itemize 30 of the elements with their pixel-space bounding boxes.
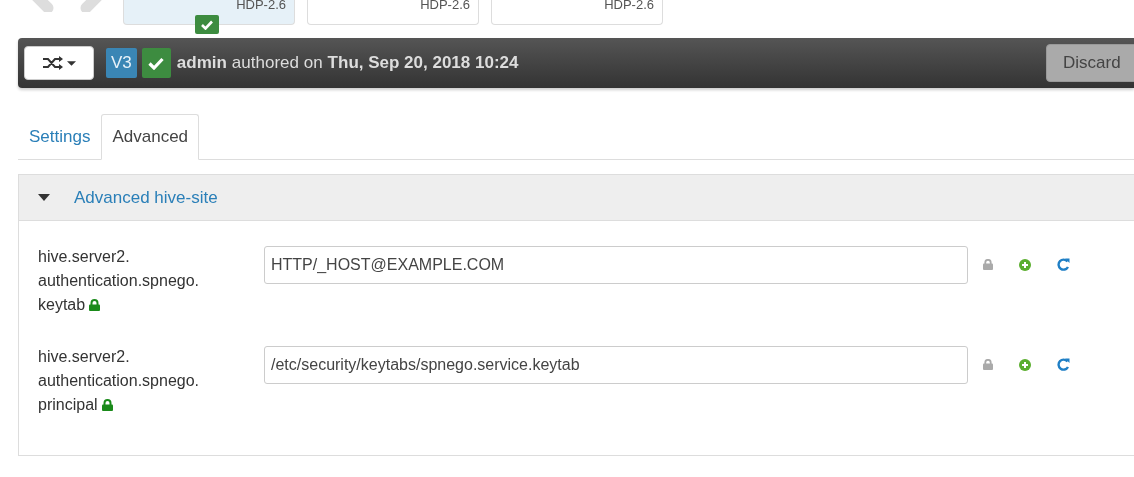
caret-icon <box>67 60 76 66</box>
version-card[interactable]: HDP-2.6 <box>491 0 663 25</box>
refresh-icon[interactable] <box>1057 258 1070 271</box>
property-value-field[interactable]: /etc/security/keytabs/spnego.service.keytab <box>264 346 968 384</box>
version-badge: V3 <box>106 48 137 78</box>
author-name: admin <box>176 53 227 73</box>
version-label: HDP-2.6 <box>236 0 286 12</box>
authored-date: Thu, Sep 20, 2018 10:24 <box>327 53 519 73</box>
lock-icon[interactable] <box>983 359 993 370</box>
authored-text: authored on <box>231 53 323 73</box>
version-label: HDP-2.6 <box>420 0 470 12</box>
caret-icon[interactable] <box>38 194 50 201</box>
lock-icon[interactable] <box>983 259 993 270</box>
section-header[interactable]: Advanced hive-site <box>19 175 1134 221</box>
add-icon[interactable] <box>1019 258 1031 271</box>
compare-dropdown-button[interactable] <box>24 46 94 80</box>
version-card[interactable]: HDP-2.6 <box>307 0 479 25</box>
section-title[interactable]: Advanced hive-site <box>74 187 218 208</box>
version-card[interactable]: HDP-2.6 <box>123 0 295 25</box>
version-label: HDP-2.6 <box>604 0 654 12</box>
shuffle-icon <box>42 56 63 70</box>
property-value-field[interactable]: HTTP/_HOST@EXAMPLE.COM <box>264 246 968 284</box>
tab[interactable]: Settings <box>18 114 102 160</box>
add-icon[interactable] <box>1019 358 1031 371</box>
refresh-icon[interactable] <box>1057 358 1070 371</box>
property-name: hive.server2. authentication.spnego. keytab <box>38 248 199 313</box>
check-badge <box>141 48 171 78</box>
tab[interactable]: Advanced <box>101 114 200 160</box>
property-name: hive.server2. authentication.spnego. principal <box>38 348 199 413</box>
discard-button[interactable]: Discard <box>1046 44 1134 82</box>
